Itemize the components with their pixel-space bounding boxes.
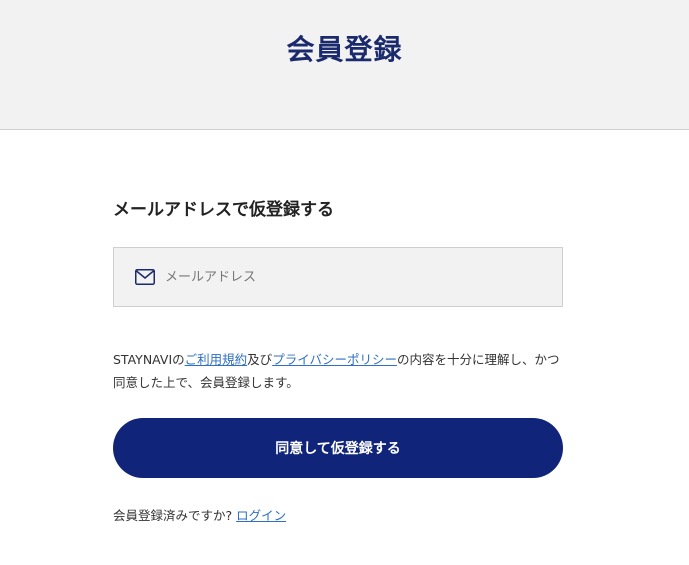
mail-icon: [135, 269, 155, 285]
page-title: 会員登録: [286, 33, 403, 67]
login-prompt-line: 会員登録済みですか? ログイン: [113, 505, 286, 524]
terms-conjunction: 及び: [247, 352, 273, 367]
login-prompt: 会員登録済みですか?: [113, 508, 233, 523]
privacy-policy-link[interactable]: プライバシーポリシー: [272, 352, 397, 367]
section-heading: メールアドレスで仮登録する: [113, 200, 334, 220]
email-field-container[interactable]: [113, 247, 563, 307]
page-header: 会員登録: [0, 0, 689, 130]
agree-register-button[interactable]: 同意して仮登録する: [113, 418, 563, 478]
email-input[interactable]: [163, 261, 547, 293]
terms-prefix: STAYNAVIの: [113, 352, 185, 367]
terms-text: STAYNAVIのご利用規約及びプライバシーポリシーの内容を十分に理解し、かつ同…: [113, 348, 565, 394]
login-link[interactable]: ログイン: [236, 508, 286, 523]
terms-of-use-link[interactable]: ご利用規約: [185, 352, 248, 367]
